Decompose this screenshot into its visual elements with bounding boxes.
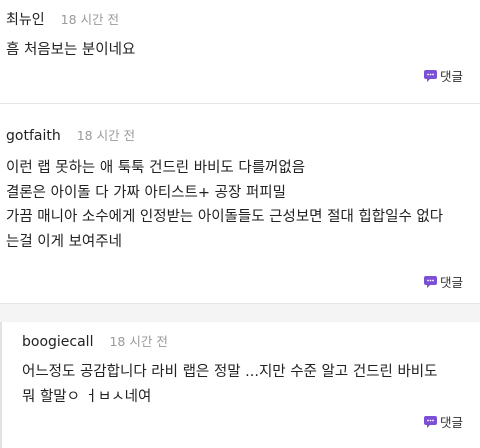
speech-bubble-icon bbox=[423, 415, 437, 428]
comment-text-line: 흠 처음보는 분이네요 bbox=[6, 42, 136, 58]
comment-text-line: 는걸 이게 보여주네 bbox=[6, 233, 122, 250]
reply-thread-gap bbox=[0, 304, 480, 322]
comment-author[interactable]: 최뉴인 bbox=[6, 9, 45, 29]
speech-bubble-icon bbox=[423, 275, 437, 288]
reply-button[interactable]: 댓글 bbox=[423, 66, 463, 85]
comment-text: 흠 처음보는 분이네요 bbox=[6, 38, 135, 63]
comment-text: 어느정도 공감합니다 라비 랩은 정말 ...지만 수준 알고 건드린 바비도 … bbox=[22, 360, 438, 409]
comment-text-line: 가끔 매니아 소수에게 인정받는 아이돌들도 근성보면 절대 힙합일수 없다 bbox=[6, 209, 444, 225]
reply-button[interactable]: 댓글 bbox=[423, 412, 463, 431]
reply-indent-bar bbox=[0, 322, 2, 448]
comment-author[interactable]: boogiecall bbox=[22, 334, 93, 350]
comment-author[interactable]: gotfaith bbox=[6, 128, 61, 144]
comment-time: 18 시간 전 bbox=[76, 128, 136, 143]
speech-bubble-icon bbox=[423, 69, 437, 82]
comment-item: 최뉴인 18 시간 전 흠 처음보는 분이네요 댓글 bbox=[0, 0, 480, 103]
comment-text-line: 어느정도 공감합니다 라비 랩은 정말 ...지만 수준 알고 건드린 바비도 bbox=[22, 364, 438, 380]
reply-label: 댓글 bbox=[439, 415, 463, 430]
reply-button[interactable]: 댓글 bbox=[423, 272, 463, 291]
comment-time: 18 시간 전 bbox=[109, 334, 168, 349]
comment-time: 18 시간 전 bbox=[60, 12, 119, 27]
comment-text: 이런 랩 못하는 애 툭툭 건드린 바비도 다를꺼없음 결론은 아이돌 다 가짜… bbox=[6, 156, 443, 254]
comment-header: 최뉴인 18 시간 전 bbox=[6, 9, 119, 29]
comment-header: boogiecall 18 시간 전 bbox=[22, 331, 168, 350]
reply-label: 댓글 bbox=[439, 275, 463, 290]
reply-comment-item: boogiecall 18 시간 전 어느정도 공감합니다 라비 랩은 정말 .… bbox=[0, 322, 480, 448]
comment-text-line: 이런 랩 못하는 애 툭툭 건드린 바비도 다를꺼없음 bbox=[6, 160, 306, 176]
comment-text-line: 뭐 할말ㅇ ㅓㅂㅅ네여 bbox=[22, 388, 152, 405]
comment-text-line: 결론은 아이돌 다 가짜 아티스트+ 공장 퍼피밀 bbox=[6, 184, 286, 201]
reply-label: 댓글 bbox=[439, 69, 463, 84]
comment-item: gotfaith 18 시간 전 이런 랩 못하는 애 툭툭 건드린 바비도 다… bbox=[0, 104, 480, 303]
comment-header: gotfaith 18 시간 전 bbox=[6, 125, 135, 144]
